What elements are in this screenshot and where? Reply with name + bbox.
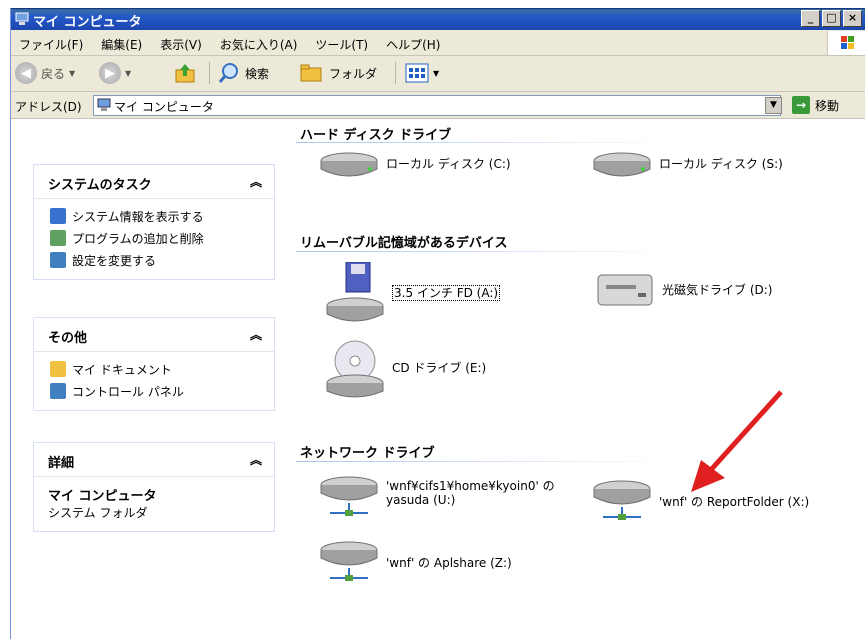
menu-edit[interactable]: 編集(E)	[101, 36, 142, 53]
menu-help[interactable]: ヘルプ(H)	[386, 36, 440, 53]
drive-label: ローカル ディスク (S:)	[659, 157, 783, 171]
close-button[interactable]: ×	[843, 10, 862, 27]
hard-disk-icon	[320, 152, 378, 177]
explorer-window: マイ コンピュータ _ □ × ファイル(F) 編集(E) 表示(V) お気に入…	[10, 8, 865, 639]
details-header[interactable]: 詳細 ︽	[34, 443, 274, 476]
group-title-network: ネットワーク ドライブ	[300, 446, 435, 461]
link-label: マイ ドキュメント	[72, 362, 172, 377]
task-label: プログラムの追加と削除	[72, 231, 204, 246]
task-add-remove-programs[interactable]: プログラムの追加と削除	[34, 227, 274, 249]
group-title-removable: リムーバブル記憶域があるデバイス	[300, 236, 508, 251]
folders-icon	[300, 64, 322, 82]
menu-favorites[interactable]: お気に入り(A)	[220, 36, 298, 53]
link-my-documents[interactable]: マイ ドキュメント	[34, 358, 274, 380]
menu-view[interactable]: 表示(V)	[160, 36, 202, 53]
other-places-panel: その他 ︽ マイ ドキュメント コントロール パネル	[33, 317, 275, 411]
task-pane: システムのタスク ︽ システム情報を表示する プログラムの追加と削除 設定を変更…	[11, 119, 289, 639]
toolbar: ◀ 戻る ▼ ▶ ▼ 検索 フォルダ ▼	[11, 56, 865, 92]
address-label: アドレス(D)	[15, 100, 82, 114]
go-arrow-icon: →	[792, 96, 810, 114]
drive-label: 3.5 インチ FD (A:)	[392, 285, 501, 301]
back-button[interactable]: ◀ 戻る ▼	[15, 61, 75, 85]
details-name: マイ コンピュータ	[48, 489, 157, 504]
task-label: システム情報を表示する	[72, 209, 204, 224]
minimize-button[interactable]: _	[801, 10, 820, 27]
drive-label: CD ドライブ (E:)	[392, 361, 487, 375]
details-title: 詳細	[48, 456, 75, 471]
my-documents-icon	[50, 361, 66, 377]
hard-disk-icon	[593, 152, 651, 177]
back-arrow-icon: ◀	[15, 62, 37, 84]
network-drive-icon	[320, 476, 378, 516]
drive-network-u[interactable]: 'wnf¥cifs1¥home¥kyoin0' の yasuda (U:)	[318, 475, 555, 521]
task-system-info[interactable]: システム情報を表示する	[34, 205, 274, 227]
drive-local-s[interactable]: ローカル ディスク (S:)	[591, 149, 783, 179]
drive-network-z[interactable]: 'wnf' の Aplshare (Z:)	[318, 540, 512, 586]
address-bar: アドレス(D) マイ コンピュータ ▼ → 移動	[11, 92, 865, 119]
task-change-settings[interactable]: 設定を変更する	[34, 249, 274, 271]
content-area: システムのタスク ︽ システム情報を表示する プログラムの追加と削除 設定を変更…	[11, 119, 865, 639]
address-input[interactable]: マイ コンピュータ	[93, 95, 781, 116]
floppy-drive-icon	[326, 262, 384, 322]
link-label: コントロール パネル	[72, 384, 184, 399]
title-bar[interactable]: マイ コンピュータ _ □ ×	[11, 8, 865, 30]
drive-local-c[interactable]: ローカル ディスク (C:)	[318, 149, 511, 179]
drive-label-line2: yasuda (U:)	[386, 493, 456, 507]
forward-arrow-icon: ▶	[99, 62, 121, 84]
drive-mo-d[interactable]: 光磁気ドライブ (D:)	[594, 269, 772, 311]
my-computer-small-icon	[97, 98, 111, 111]
network-drive-icon	[320, 541, 378, 581]
red-arrow-annotation	[691, 390, 783, 492]
menu-bar: ファイル(F) 編集(E) 表示(V) お気に入り(A) ツール(T) ヘルプ(…	[11, 31, 865, 56]
group-title-hdd: ハード ディスク ドライブ	[300, 128, 452, 143]
address-dropdown-button[interactable]: ▼	[765, 97, 782, 114]
drive-label: 光磁気ドライブ (D:)	[662, 283, 773, 297]
menu-tools[interactable]: ツール(T)	[315, 36, 368, 53]
add-remove-programs-icon	[50, 230, 66, 246]
back-label: 戻る	[41, 66, 66, 81]
control-panel-icon	[50, 383, 66, 399]
network-drive-icon	[593, 480, 651, 520]
search-label: 検索	[245, 66, 270, 81]
drive-floppy-a[interactable]: 3.5 インチ FD (A:)	[324, 262, 501, 324]
system-info-icon	[50, 208, 66, 224]
system-tasks-panel: システムのタスク ︽ システム情報を表示する プログラムの追加と削除 設定を変更…	[33, 164, 275, 280]
other-places-title: その他	[48, 331, 88, 346]
drive-label: 'wnf' の Aplshare (Z:)	[386, 556, 512, 570]
collapse-chevron-icon[interactable]: ︽	[250, 451, 262, 468]
go-label: 移動	[815, 98, 840, 113]
collapse-chevron-icon[interactable]: ︽	[250, 173, 262, 190]
details-panel: 詳細 ︽ マイ コンピュータ システム フォルダ	[33, 442, 275, 532]
views-grid-icon	[405, 63, 429, 83]
views-button[interactable]: ▼	[405, 61, 439, 85]
up-folder-button[interactable]	[173, 61, 197, 85]
windows-logo-icon	[827, 31, 865, 55]
drive-label-line1: 'wnf¥cifs1¥home¥kyoin0' の	[386, 479, 555, 493]
cd-drive-icon	[326, 340, 384, 398]
menu-file[interactable]: ファイル(F)	[19, 36, 83, 53]
details-type: システム フォルダ	[48, 506, 148, 520]
address-value: マイ コンピュータ	[114, 100, 214, 114]
forward-button[interactable]: ▶ ▼	[99, 61, 131, 85]
go-button[interactable]: → 移動	[792, 96, 839, 114]
maximize-button[interactable]: □	[822, 10, 841, 27]
drive-label: ローカル ディスク (C:)	[386, 157, 511, 171]
folders-label: フォルダ	[329, 66, 378, 81]
task-label: 設定を変更する	[72, 253, 157, 268]
mo-drive-icon	[597, 274, 653, 306]
search-icon	[218, 63, 238, 83]
link-control-panel[interactable]: コントロール パネル	[34, 380, 274, 402]
system-tasks-title: システムのタスク	[48, 178, 152, 193]
system-tasks-header[interactable]: システムのタスク ︽	[34, 165, 274, 198]
window-title: マイ コンピュータ	[33, 15, 142, 30]
my-computer-icon	[15, 12, 29, 25]
up-folder-icon	[175, 64, 195, 83]
other-places-header[interactable]: その他 ︽	[34, 318, 274, 351]
control-panel-icon	[50, 252, 66, 268]
folders-button[interactable]: フォルダ	[299, 61, 377, 85]
search-button[interactable]: 検索	[217, 61, 269, 85]
drive-cd-e[interactable]: CD ドライブ (E:)	[324, 337, 486, 399]
collapse-chevron-icon[interactable]: ︽	[250, 326, 262, 343]
drives-pane: ハード ディスク ドライブ ローカル ディスク (C:) ローカル ディスク (…	[296, 119, 865, 639]
